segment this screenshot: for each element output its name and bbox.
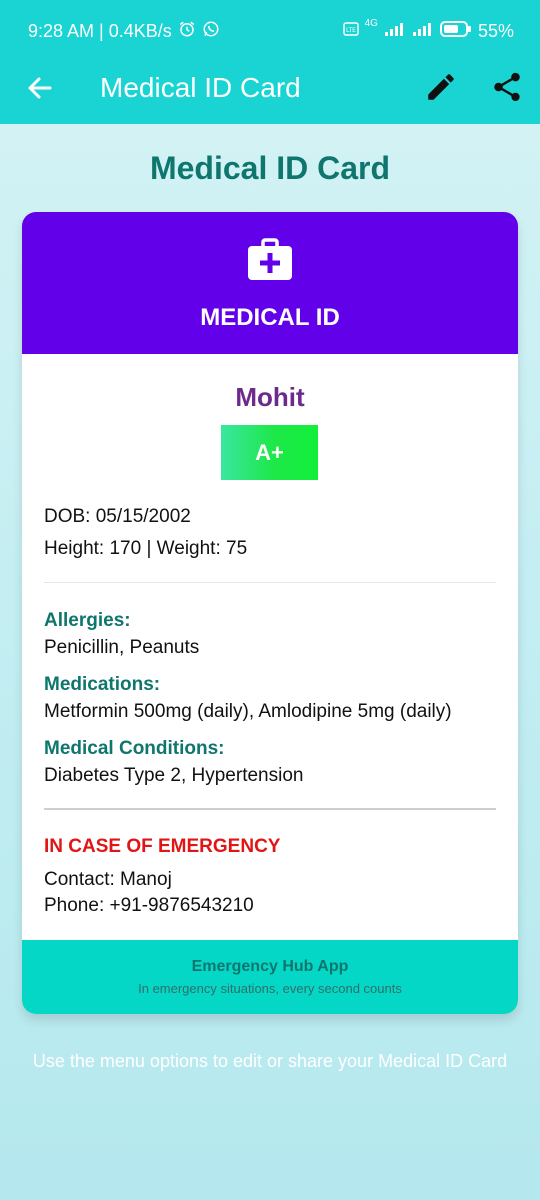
patient-name: Mohit <box>235 382 305 412</box>
back-button[interactable] <box>24 72 56 104</box>
allergies-value: Penicillin, Peanuts <box>44 637 200 658</box>
whatsapp-icon <box>202 20 220 43</box>
battery-level: 55% <box>477 21 514 41</box>
footer-subtitle: In emergency situations, every second co… <box>138 981 402 996</box>
edit-button[interactable] <box>424 70 458 104</box>
pencil-icon <box>428 74 454 100</box>
signal-icon-2 <box>412 21 434 42</box>
medications-label: Medications: <box>44 674 161 695</box>
card-footer: Emergency Hub App In emergency situation… <box>22 940 518 1014</box>
divider <box>44 582 496 583</box>
arrow-left-icon <box>28 77 52 99</box>
network-type: 4G <box>364 18 378 29</box>
divider <box>44 808 496 810</box>
medical-id-card: MEDICAL ID Mohit A+ DOB: 05/15/2002 Heig… <box>22 212 518 1014</box>
hint-text: Use the menu options to edit or share yo… <box>32 1051 508 1071</box>
status-time: 9:28 AM | 0.4KB/s <box>28 21 172 41</box>
battery-icon <box>439 20 472 43</box>
status-right: LTE 4G 55% <box>342 18 514 43</box>
height-weight-text: Height: 170 | Weight: 75 <box>44 538 248 559</box>
status-bar: 9:28 AM | 0.4KB/s LTE 4G 55% <box>0 0 540 60</box>
card-header-title: MEDICAL ID <box>200 304 340 331</box>
medical-kit-icon <box>246 236 294 284</box>
signal-icon <box>384 21 406 42</box>
app-bar-title: Medical ID Card <box>100 72 301 103</box>
volte-icon: LTE <box>342 21 359 42</box>
conditions-label: Medical Conditions: <box>44 738 225 759</box>
conditions-value: Diabetes Type 2, Hypertension <box>44 765 304 786</box>
emergency-label: IN CASE OF EMERGENCY <box>44 836 281 857</box>
card-header: MEDICAL ID <box>22 212 518 354</box>
alarm-icon <box>178 20 196 43</box>
svg-text:LTE: LTE <box>346 27 356 34</box>
app-bar: Medical ID Card <box>0 60 540 124</box>
share-icon <box>494 72 520 102</box>
medications-value: Metformin 500mg (daily), Amlodipine 5mg … <box>44 701 452 722</box>
emergency-contact: Contact: Manoj <box>44 869 172 890</box>
dob-text: DOB: 05/15/2002 <box>44 506 191 527</box>
footer-title: Emergency Hub App <box>191 958 349 975</box>
blood-group-badge: A+ <box>221 425 318 480</box>
status-left: 9:28 AM | 0.4KB/s <box>28 20 220 43</box>
share-button[interactable] <box>490 70 524 104</box>
allergies-label: Allergies: <box>44 610 131 631</box>
page-title: Medical ID Card <box>149 150 391 186</box>
emergency-phone: Phone: +91-9876543210 <box>44 895 254 916</box>
